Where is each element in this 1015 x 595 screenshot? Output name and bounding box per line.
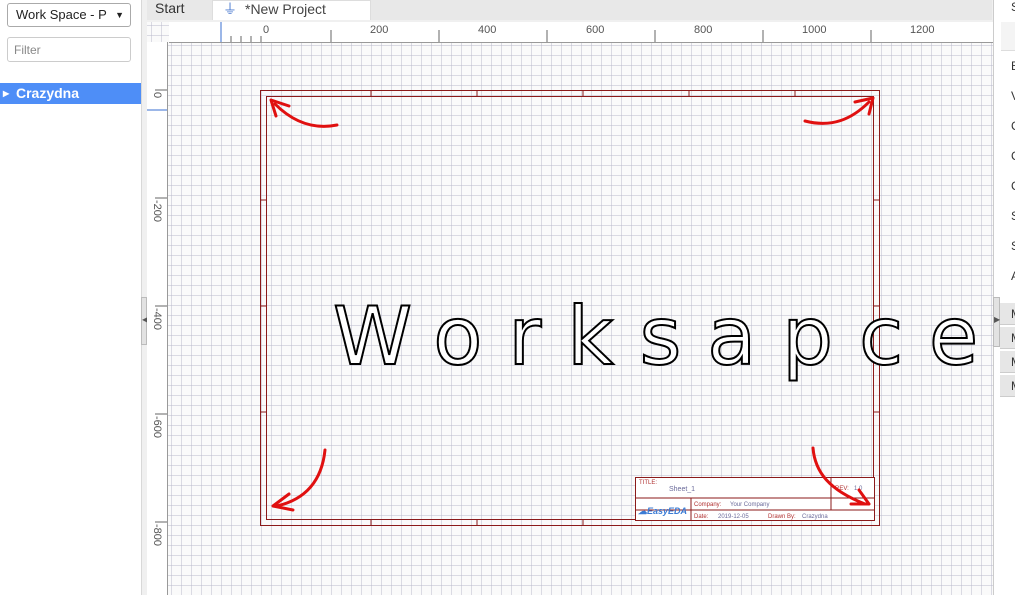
date-value: 2019-12-05 (718, 514, 749, 520)
right-panel-row[interactable]: M (1000, 375, 1015, 397)
easyeda-logo: ☁EasyEDA (638, 506, 688, 516)
ruler-top-label: 1000 (802, 24, 827, 36)
title-label: TITLE: (639, 480, 658, 486)
right-panel-row[interactable]: M (1000, 327, 1015, 349)
tab-label: Start (155, 0, 185, 16)
tree-item-crazydna[interactable]: ▶ Crazydna (0, 83, 141, 104)
ruler-left-label: -600 (151, 416, 163, 439)
company-value: Your Company (730, 502, 770, 508)
tab-start[interactable]: Start (147, 0, 211, 20)
right-panel-row-label: M (1011, 331, 1015, 345)
property-label: C (1011, 119, 1015, 133)
ruler-top-label: 0 (263, 24, 270, 36)
chevron-down-icon: ▼ (115, 10, 124, 20)
right-panel-collapse-handle[interactable]: ▶ (993, 297, 1000, 347)
ruler-top: 0 200 400 600 800 1000 1200 (169, 22, 993, 43)
right-panel-tab[interactable] (1001, 22, 1015, 51)
right-panel-row-label: M (1011, 307, 1015, 321)
ruler-left-label: -200 (151, 200, 163, 223)
property-label: S (1011, 239, 1015, 253)
drawn-by-value: Crazydna (802, 514, 828, 520)
property-label: C (1011, 149, 1015, 163)
ruler-top-label: 600 (586, 24, 605, 36)
ruler-left-label: 0 (151, 92, 163, 99)
arrow-top-right-icon (803, 96, 875, 125)
workspace-text-label[interactable]: Worksapce (332, 296, 979, 378)
tree-item-label: Crazydna (16, 85, 80, 101)
property-label: E (1011, 59, 1015, 73)
property-label: S (1011, 209, 1015, 223)
property-label: V (1011, 89, 1015, 103)
company-label: Company: (694, 502, 722, 508)
date-label: Date: (694, 514, 709, 520)
ruler-top-label: 800 (694, 24, 713, 36)
right-panel-header: S (1011, 0, 1015, 14)
left-panel: Work Space - P ▼ ▶ Crazydna (0, 0, 142, 595)
right-panel-row-label: M (1011, 355, 1015, 369)
tab-bar: Start ⏚ *New Project (147, 0, 992, 20)
arrow-bottom-left-icon (271, 448, 327, 512)
filter-input[interactable] (7, 37, 131, 62)
ruler-top-ticks (220, 22, 872, 42)
right-panel-row-label: M (1011, 379, 1015, 393)
workspace-select-value: Work Space - P (16, 7, 107, 22)
right-panel-row[interactable]: M (1000, 303, 1015, 325)
workspace-select[interactable]: Work Space - P ▼ (7, 3, 131, 27)
easyeda-logo-text: EasyEDA (647, 506, 688, 516)
ruler-top-label: 400 (478, 24, 497, 36)
ruler-left-label: -400 (151, 308, 163, 331)
arrow-bottom-right-icon (811, 446, 871, 506)
property-label: A (1011, 269, 1015, 283)
tab-new-project[interactable]: ⏚ *New Project (212, 0, 371, 20)
ruler-top-label: 200 (370, 24, 389, 36)
schematic-icon: ⏚ (223, 1, 237, 17)
right-panel-row[interactable]: M (1000, 351, 1015, 373)
arrow-top-left-icon (269, 98, 339, 128)
tab-label: *New Project (245, 1, 326, 17)
drawn-by-label: Drawn By: (768, 514, 796, 520)
ruler-left-label: -800 (151, 524, 163, 547)
sheet-name: Sheet_1 (669, 486, 696, 493)
ruler-left: 0 -200 -400 -600 -800 (147, 42, 168, 595)
expand-triangle-icon[interactable]: ▶ (3, 83, 9, 104)
schematic-canvas[interactable]: 0 200 400 600 800 1000 1200 0 -200 -400 … (147, 22, 993, 595)
ruler-top-label: 1200 (910, 24, 935, 36)
property-label: C (1011, 179, 1015, 193)
